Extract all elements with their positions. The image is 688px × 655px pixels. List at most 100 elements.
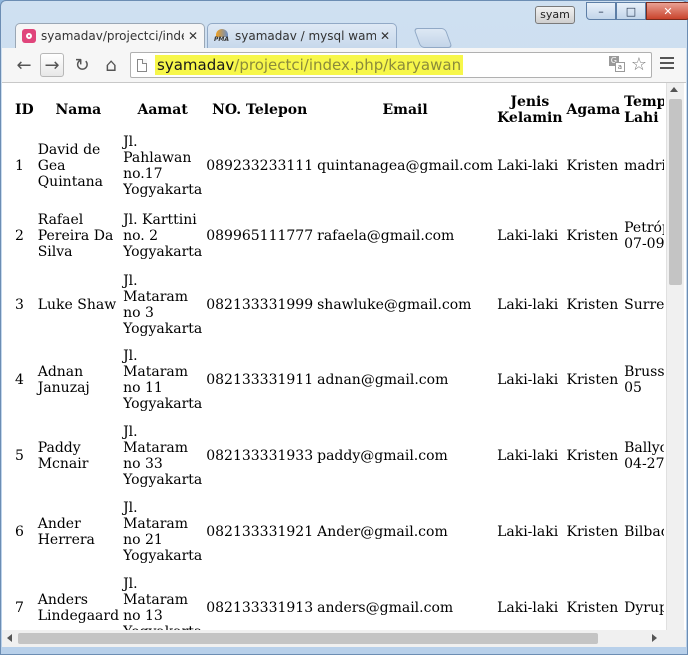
tab-phpmyadmin[interactable]: PMA syamadav / mysql wampse ✕ — [207, 23, 397, 48]
cell-jenis-kelamin: Laki-laki — [497, 158, 559, 174]
new-tab-button[interactable] — [413, 28, 453, 48]
page-icon — [137, 59, 147, 72]
cell-tempat-lahir: Ballyclare/1 04-27 — [624, 440, 664, 472]
tab-strip: syamadav/projectci/index ✕ PMA syamadav … — [15, 23, 453, 48]
header-jenis-kelamin: Jenis Kelamin — [497, 94, 563, 126]
cell-nama: Luke Shaw — [37, 297, 117, 313]
cell-id: 3 — [15, 297, 24, 313]
vertical-scrollbar[interactable] — [666, 83, 684, 630]
cell-nama: David de Gea Quintana — [37, 142, 104, 190]
profile-badge[interactable]: syam — [535, 6, 575, 24]
reload-button[interactable]: ↻ — [70, 53, 94, 77]
karyawan-table: ID Nama Aamat NO. Telepon Email Jenis Ke… — [12, 91, 664, 630]
tab-title: syamadav / mysql wampse — [235, 29, 376, 43]
address-bar[interactable]: syamadav/projectci/index.php/karyawan Ga… — [130, 52, 652, 78]
cell-jenis-kelamin: Laki-laki — [497, 372, 559, 388]
browser-window: syam – □ ✕ syamadav/projectci/index ✕ PM… — [0, 0, 688, 655]
cell-agama: Kristen — [566, 372, 619, 388]
table-row: 4 Adnan Januzaj Jl. Mataram no 11 Yogyakar… — [14, 343, 664, 417]
vertical-scroll-thumb[interactable] — [669, 99, 682, 285]
window-controls: – □ ✕ — [586, 2, 688, 20]
cell-alamat: Jl. Karttini no. 2 Yogyakarta — [123, 212, 203, 260]
cell-email: shawluke@gmail.com — [317, 297, 472, 313]
forward-button[interactable]: → — [40, 53, 64, 77]
scroll-right-arrow-icon[interactable] — [652, 634, 657, 642]
maximize-button[interactable]: □ — [616, 2, 646, 20]
cell-telepon: 082133331911 — [206, 372, 314, 388]
cell-jenis-kelamin: Laki-laki — [497, 228, 559, 244]
cell-agama: Kristen — [566, 524, 619, 540]
cell-alamat: Jl. Mataram no 21 Yogyakarta — [123, 500, 203, 564]
cell-jenis-kelamin: Laki-laki — [497, 448, 559, 464]
table-row: 3 Luke Shaw Jl. Mataram no 3 Yogyakarta 082… — [14, 269, 664, 341]
close-tab-icon[interactable]: ✕ — [380, 29, 390, 43]
cell-nama: Adnan Januzaj — [37, 364, 90, 396]
page-content: ID Nama Aamat NO. Telepon Email Jenis Ke… — [2, 83, 686, 630]
translate-icon[interactable]: Ga — [608, 56, 625, 72]
back-button[interactable]: ← — [12, 53, 36, 77]
table-header-row: ID Nama Aamat NO. Telepon Email Jenis Ke… — [14, 93, 664, 127]
cell-id: 2 — [15, 228, 24, 244]
url-host: syamadav — [157, 56, 235, 74]
cell-tempat-lahir: Bilbao/1989 — [624, 524, 664, 540]
cell-tempat-lahir: Dyrup/1984 — [624, 600, 664, 616]
scroll-left-arrow-icon[interactable] — [7, 634, 12, 642]
home-button[interactable]: ⌂ — [99, 53, 123, 77]
horizontal-scroll-thumb[interactable] — [18, 633, 598, 644]
cell-nama: Ander Herrera — [37, 516, 95, 548]
cell-email: adnan@gmail.com — [317, 372, 449, 388]
table-row: 2 Rafael Pereira Da Silva Jl. Karttini no.… — [14, 205, 664, 267]
cell-tempat-lahir: Petrópolis/1 07-09 — [624, 220, 664, 252]
cell-agama: Kristen — [566, 448, 619, 464]
header-nama: Nama — [55, 102, 102, 118]
cell-nama: Rafael Pereira Da Silva — [37, 212, 114, 260]
cell-agama: Kristen — [566, 600, 619, 616]
cell-alamat: Jl. Mataram no 13 Yogyakarta — [123, 576, 202, 630]
close-tab-icon[interactable]: ✕ — [188, 29, 198, 43]
minimize-button[interactable]: – — [586, 2, 616, 20]
table-row: 5 Paddy Mcnair Jl. Mataram no 33 Yogyakart… — [14, 419, 664, 493]
horizontal-scrollbar[interactable] — [2, 630, 686, 647]
cell-nama: Paddy Mcnair — [37, 440, 89, 472]
cell-tempat-lahir: madrid/1990 — [624, 158, 664, 174]
cell-telepon: 082133331999 — [206, 297, 314, 313]
url-path: /projectci/index.php/karyawan — [234, 56, 462, 74]
cell-alamat: Jl. Pahlawan no.17 Yogyakarta — [123, 134, 203, 198]
menu-icon[interactable] — [660, 57, 674, 72]
header-tempat-lahir: Tempat/T Lahi — [624, 94, 664, 126]
cell-email: Ander@gmail.com — [317, 524, 448, 540]
cell-agama: Kristen — [566, 158, 619, 174]
cell-telepon: 082133331913 — [206, 600, 314, 616]
phpmyadmin-icon: PMA — [214, 29, 230, 43]
header-alamat: Aamat — [137, 102, 188, 118]
table-row: 6 Ander Herrera Jl. Mataram no 21 Yogyakar… — [14, 495, 664, 569]
header-telepon: NO. Telepon — [212, 102, 308, 118]
cell-email: quintanagea@gmail.com — [317, 158, 494, 174]
cell-tempat-lahir: Surrey/1995 — [624, 297, 664, 313]
header-email: Email — [382, 102, 428, 118]
cell-telepon: 082133331921 — [206, 524, 314, 540]
cell-id: 6 — [15, 524, 24, 540]
cell-nama: Anders Lindegaard — [37, 592, 120, 624]
table-row: 7 Anders LindegaardJl. Mataram no 13 Yogy… — [14, 571, 664, 630]
scroll-up-arrow-icon[interactable] — [670, 87, 678, 92]
cell-jenis-kelamin: Laki-laki — [497, 297, 559, 313]
cell-tempat-lahir: Brussels/19 05 — [624, 364, 664, 396]
tab-karyawan[interactable]: syamadav/projectci/index ✕ — [15, 23, 205, 48]
table-row: 1 David de Gea Quintana Jl. Pahlawan no.17… — [14, 129, 664, 203]
cell-id: 5 — [15, 448, 24, 464]
browser-toolbar: ← → ↻ ⌂ syamadav/projectci/index.php/kar… — [2, 48, 686, 83]
cell-email: paddy@gmail.com — [317, 448, 448, 464]
cell-agama: Kristen — [566, 228, 619, 244]
close-window-button[interactable]: ✕ — [646, 2, 688, 20]
cell-email: rafaela@gmail.com — [317, 228, 455, 244]
cell-telepon: 089965111777 — [206, 228, 314, 244]
cell-alamat: Jl. Mataram no 33 Yogyakarta — [123, 424, 203, 488]
cell-jenis-kelamin: Laki-laki — [497, 524, 559, 540]
cell-id: 4 — [15, 372, 24, 388]
cell-id: 7 — [15, 600, 24, 616]
cell-telepon: 089233233111 — [206, 158, 314, 174]
bookmark-star-icon[interactable]: ☆ — [631, 56, 647, 74]
url-text[interactable]: syamadav/projectci/index.php/karyawan — [155, 55, 464, 75]
cell-telepon: 082133331933 — [206, 448, 314, 464]
